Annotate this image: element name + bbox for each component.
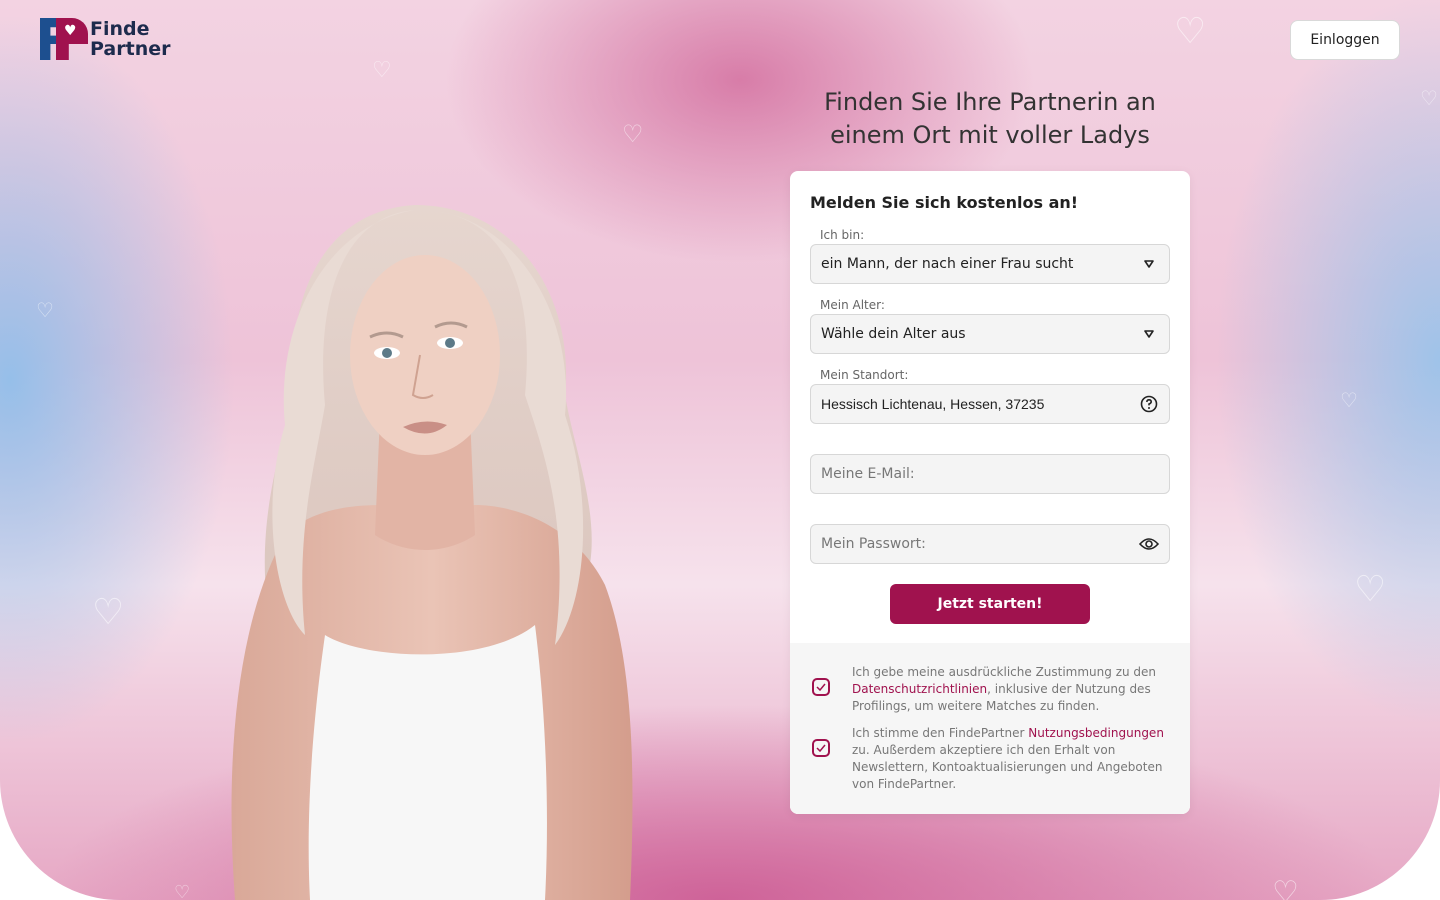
logo-line-1: Finde xyxy=(90,18,150,40)
site-logo[interactable]: ♥ Finde Partner xyxy=(40,18,170,60)
caret-down-icon xyxy=(1139,254,1159,274)
privacy-consent: Ich gebe meine ausdrückliche Zustimmung … xyxy=(812,664,1172,715)
heart-icon: ♡ xyxy=(36,298,54,322)
location-input[interactable]: Hessisch Lichtenau, Hessen, 37235 xyxy=(810,384,1170,424)
woman-photo xyxy=(231,205,633,900)
page-headline: Finden Sie Ihre Partnerin an einem Ort m… xyxy=(824,88,1156,149)
heart-icon: ♡ xyxy=(1354,569,1387,610)
heart-icon: ♡ xyxy=(1340,388,1358,412)
email-placeholder: Meine E-Mail: xyxy=(821,466,915,482)
heart-icon: ♡ xyxy=(372,58,392,83)
heart-icon: ♡ xyxy=(1272,875,1299,900)
location-label: Mein Standort: xyxy=(820,368,909,382)
privacy-consent-text: Ich gebe meine ausdrückliche Zustimmung … xyxy=(852,664,1172,715)
terms-checkbox[interactable] xyxy=(812,739,830,757)
logo-text: Finde Partner xyxy=(90,19,170,59)
i-am-select[interactable]: ein Mann, der nach einer Frau sucht xyxy=(810,244,1170,284)
privacy-checkbox[interactable] xyxy=(812,678,830,696)
checkmark-icon xyxy=(816,683,826,691)
terms-consent-text: Ich stimme den FindePartner Nutzungsbedi… xyxy=(852,725,1172,793)
heart-icon: ♥ xyxy=(64,23,77,39)
age-value: Wähle dein Alter aus xyxy=(821,326,966,342)
caret-down-icon xyxy=(1139,324,1159,344)
email-input[interactable]: Meine E-Mail: xyxy=(810,454,1170,494)
heart-icon: ♡ xyxy=(92,592,125,633)
checkmark-icon xyxy=(816,744,826,752)
password-input[interactable]: Mein Passwort: xyxy=(810,524,1170,564)
question-circle-icon[interactable] xyxy=(1139,394,1159,414)
consent-section: Ich gebe meine ausdrückliche Zustimmung … xyxy=(790,643,1190,814)
terms-of-use-link[interactable]: Nutzungsbedingungen xyxy=(1028,726,1164,740)
heart-icon: ♡ xyxy=(1174,11,1207,52)
heart-icon: ♡ xyxy=(1420,86,1438,110)
logo-line-2: Partner xyxy=(90,38,171,60)
logo-mark: ♥ xyxy=(40,18,88,60)
privacy-policy-link[interactable]: Datenschutzrichtlinien xyxy=(852,682,987,696)
heart-icon: ♡ xyxy=(174,882,191,900)
i-am-label: Ich bin: xyxy=(820,228,865,242)
signup-title: Melden Sie sich kostenlos an! xyxy=(810,193,1079,212)
terms-text-after: zu. Außerdem akzeptiere ich den Erhalt v… xyxy=(852,743,1163,791)
terms-text-before: Ich stimme den FindePartner xyxy=(852,726,1025,740)
privacy-text-before: Ich gebe meine ausdrückliche Zustimmung … xyxy=(852,665,1157,679)
i-am-value: ein Mann, der nach einer Frau sucht xyxy=(821,256,1074,272)
password-placeholder: Mein Passwort: xyxy=(821,536,926,552)
heart-icon: ♡ xyxy=(622,120,644,148)
terms-consent: Ich stimme den FindePartner Nutzungsbedi… xyxy=(812,725,1172,793)
login-button[interactable]: Einloggen xyxy=(1290,20,1400,60)
signup-card: Melden Sie sich kostenlos an! Ich bin: e… xyxy=(790,171,1190,814)
submit-button[interactable]: Jetzt starten! xyxy=(890,584,1090,624)
eye-icon[interactable] xyxy=(1139,534,1159,554)
location-value: Hessisch Lichtenau, Hessen, 37235 xyxy=(821,396,1045,412)
age-select[interactable]: Wähle dein Alter aus xyxy=(810,314,1170,354)
age-label: Mein Alter: xyxy=(820,298,885,312)
